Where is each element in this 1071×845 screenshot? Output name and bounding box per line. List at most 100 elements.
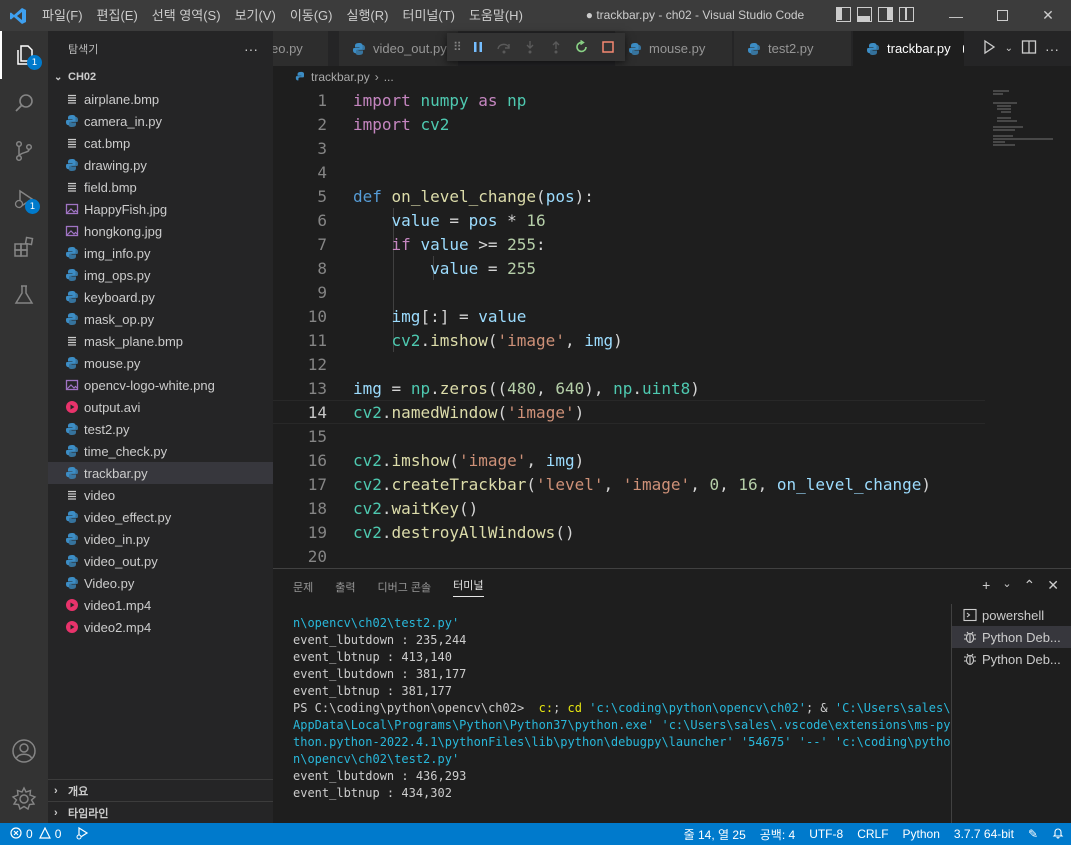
code-line[interactable]: 2 import cv2	[273, 112, 985, 136]
search-icon[interactable]	[0, 79, 48, 127]
code-line[interactable]: 18 cv2.waitKey()	[273, 496, 985, 520]
python-interpreter[interactable]: 3.7.7 64-bit	[947, 827, 1021, 841]
file-item[interactable]: camera_in.py	[48, 110, 273, 132]
file-item[interactable]: video	[48, 484, 273, 506]
tab-trackbar[interactable]: trackbar.py	[853, 31, 965, 66]
file-item[interactable]: mask_op.py	[48, 308, 273, 330]
step-into-icon[interactable]	[521, 38, 539, 56]
file-item[interactable]: img_info.py	[48, 242, 273, 264]
file-item[interactable]: mouse.py	[48, 352, 273, 374]
menu-item[interactable]: 실행(R)	[340, 0, 396, 31]
code-line[interactable]: 16 cv2.imshow('image', img)	[273, 448, 985, 472]
warning-count[interactable]: 0	[55, 827, 62, 841]
code-line[interactable]: 8 value = 255	[273, 256, 985, 280]
code-line[interactable]: 19 cv2.destroyAllWindows()	[273, 520, 985, 544]
file-item[interactable]: opencv-logo-white.png	[48, 374, 273, 396]
warnings-icon[interactable]	[38, 826, 51, 842]
more-actions-icon[interactable]: ···	[1045, 41, 1059, 57]
file-item[interactable]: airplane.bmp	[48, 88, 273, 110]
panel-tab[interactable]: 터미널	[453, 577, 484, 597]
menu-item[interactable]: 편집(E)	[90, 0, 145, 31]
language-mode[interactable]: Python	[896, 827, 947, 841]
drag-handle-icon[interactable]: ⠿	[453, 40, 462, 54]
code-line[interactable]: 17 cv2.createTrackbar('level', 'image', 0…	[273, 472, 985, 496]
maximize-button[interactable]	[979, 0, 1025, 31]
code-line[interactable]: 20	[273, 544, 985, 568]
errors-icon[interactable]	[10, 826, 22, 842]
panel-tab[interactable]: 문제	[293, 579, 313, 595]
close-panel-icon[interactable]: ✕	[1047, 577, 1059, 594]
breadcrumb-file[interactable]: trackbar.py	[311, 70, 370, 84]
code-line[interactable]: 3	[273, 136, 985, 160]
extensions-icon[interactable]	[0, 223, 48, 271]
maximize-panel-icon[interactable]: ⌃	[1024, 577, 1036, 594]
terminal-output[interactable]: n\opencv\ch02\test2.py' event_lbutdown : …	[293, 615, 950, 802]
code-line[interactable]: 11 cv2.imshow('image', img)	[273, 328, 985, 352]
file-item[interactable]: img_ops.py	[48, 264, 273, 286]
terminal-instance[interactable]: powershell	[952, 604, 1071, 626]
panel-tab[interactable]: 디버그 콘솔	[378, 579, 432, 595]
run-dropdown-chevron-icon[interactable]: ⌄	[1005, 43, 1013, 54]
menu-item[interactable]: 보기(V)	[228, 0, 283, 31]
end-of-line[interactable]: CRLF	[850, 827, 895, 841]
file-item[interactable]: time_check.py	[48, 440, 273, 462]
cursor-position[interactable]: 줄 14, 열 25	[677, 826, 753, 843]
file-item[interactable]: Video.py	[48, 572, 273, 594]
file-item[interactable]: mask_plane.bmp	[48, 330, 273, 352]
error-count[interactable]: 0	[26, 827, 33, 841]
outline-section[interactable]: › 개요	[48, 779, 273, 801]
indentation[interactable]: 공백: 4	[753, 826, 802, 843]
code-line[interactable]: 7 if value >= 255:	[273, 232, 985, 256]
file-item[interactable]: video_effect.py	[48, 506, 273, 528]
file-item[interactable]: video1.mp4	[48, 594, 273, 616]
code-line[interactable]: 4	[273, 160, 985, 184]
minimize-button[interactable]: —	[933, 0, 979, 31]
file-item[interactable]: drawing.py	[48, 154, 273, 176]
code-line[interactable]: 6 value = pos * 16	[273, 208, 985, 232]
file-item[interactable]: test2.py	[48, 418, 273, 440]
source-control-icon[interactable]	[0, 127, 48, 175]
file-item[interactable]: video_in.py	[48, 528, 273, 550]
restart-icon[interactable]	[573, 38, 591, 56]
code-line[interactable]: 5 def on_level_change(pos):	[273, 184, 985, 208]
code-line[interactable]: 15	[273, 424, 985, 448]
menu-item[interactable]: 파일(F)	[35, 0, 90, 31]
step-over-icon[interactable]	[495, 38, 513, 56]
encoding[interactable]: UTF-8	[802, 827, 850, 841]
code-line[interactable]: 14 cv2.namedWindow('image')	[273, 400, 985, 424]
tab-video-in[interactable]: eo.py	[273, 31, 329, 66]
code-line[interactable]: 13 img = np.zeros((480, 640), np.uint8)	[273, 376, 985, 400]
feedback-icon[interactable]: ✎	[1021, 827, 1045, 841]
terminal-instance[interactable]: Python Deb...	[952, 626, 1071, 648]
menu-item[interactable]: 선택 영역(S)	[145, 0, 228, 31]
debug-run-icon[interactable]	[75, 826, 89, 843]
more-actions-button[interactable]: ···	[244, 41, 258, 57]
run-and-debug-icon[interactable]: 1	[0, 175, 48, 223]
explorer-icon[interactable]: 1	[0, 31, 48, 79]
file-item[interactable]: keyboard.py	[48, 286, 273, 308]
file-item[interactable]: hongkong.jpg	[48, 220, 273, 242]
step-out-icon[interactable]	[547, 38, 565, 56]
panel-tab[interactable]: 출력	[335, 579, 355, 595]
menu-item[interactable]: 이동(G)	[283, 0, 340, 31]
file-item[interactable]: output.avi	[48, 396, 273, 418]
code-line[interactable]: 12	[273, 352, 985, 376]
file-item[interactable]: HappyFish.jpg	[48, 198, 273, 220]
stop-icon[interactable]	[599, 38, 617, 56]
timeline-section[interactable]: › 타임라인	[48, 801, 273, 823]
menu-item[interactable]: 도움말(H)	[462, 0, 530, 31]
split-editor-icon[interactable]	[1021, 39, 1037, 58]
notifications-bell-icon[interactable]	[1045, 827, 1071, 842]
tab-test2[interactable]: test2.py	[734, 31, 852, 66]
toggle-secondary-sidebar-icon[interactable]	[878, 7, 893, 22]
manage-gear-icon[interactable]	[0, 775, 48, 823]
accounts-icon[interactable]	[0, 727, 48, 775]
new-terminal-icon[interactable]: +	[982, 577, 990, 594]
file-item[interactable]: trackbar.py	[48, 462, 273, 484]
file-item[interactable]: video_out.py	[48, 550, 273, 572]
toggle-panel-icon[interactable]	[857, 7, 872, 22]
menu-item[interactable]: 터미널(T)	[395, 0, 461, 31]
customize-layout-icon[interactable]	[899, 7, 914, 22]
breadcrumb-symbols[interactable]: ...	[384, 70, 394, 84]
terminal-instance[interactable]: Python Deb...	[952, 648, 1071, 670]
